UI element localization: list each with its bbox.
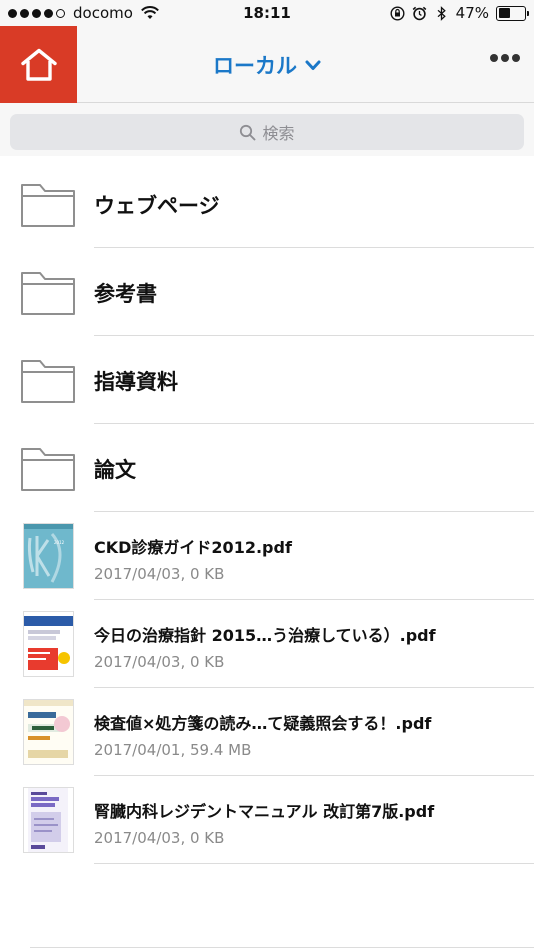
- more-button[interactable]: [490, 54, 520, 62]
- nav-title-wrapper: ローカル: [0, 50, 534, 80]
- file-meta: 2017/04/01, 59.4 MB: [94, 741, 252, 759]
- folder-name: 参考書: [94, 282, 157, 306]
- file-meta: 2017/04/03, 0 KB: [94, 829, 225, 847]
- file-row[interactable]: 今日の治療指針 2015…う治療している）.pdf 2017/04/03, 0 …: [0, 600, 534, 688]
- signal-strength-icon: [8, 8, 65, 18]
- more-dot: [490, 54, 498, 62]
- folder-name: 指導資料: [94, 370, 178, 394]
- folder-icon: [21, 360, 75, 403]
- nav-title: ローカル: [213, 54, 297, 78]
- search-placeholder: 検索: [262, 124, 295, 143]
- location-dropdown[interactable]: ローカル: [213, 50, 321, 80]
- folder-row[interactable]: 論文: [0, 424, 534, 512]
- wifi-icon: [141, 6, 159, 19]
- status-right: 47%: [390, 4, 529, 22]
- folder-icon: [21, 448, 75, 491]
- battery-icon: [496, 5, 529, 21]
- row-divider: [94, 863, 534, 864]
- search-icon: [240, 124, 256, 140]
- carrier-name: docomo: [73, 4, 133, 22]
- file-meta: 2017/04/03, 0 KB: [94, 565, 225, 583]
- home-button[interactable]: [0, 26, 77, 103]
- search-input[interactable]: 検索: [10, 114, 524, 150]
- pdf-thumbnail: [24, 700, 73, 764]
- file-meta: 2017/04/03, 0 KB: [94, 653, 225, 671]
- navigation-bar: ローカル: [0, 26, 534, 103]
- bottom-divider: [30, 947, 534, 948]
- folder-icon: [21, 184, 75, 227]
- thumbnail-cover-ckd: 2012: [24, 524, 73, 588]
- file-name: 腎臓内科レジデントマニュアル 改訂第7版.pdf: [94, 802, 435, 821]
- battery-level-fill: [498, 8, 511, 18]
- thumbnail-cover-nephrology-manual: [24, 788, 73, 852]
- alarm-icon: [412, 6, 426, 20]
- folder-row[interactable]: ウェブページ: [0, 160, 534, 248]
- folder-row[interactable]: 参考書: [0, 248, 534, 336]
- chevron-down-icon: [305, 60, 321, 70]
- pdf-thumbnail: 2012: [24, 524, 73, 588]
- folder-name: 論文: [94, 458, 136, 482]
- file-row[interactable]: 検査値×処方箋の読み…て疑義照会する！.pdf 2017/04/01, 59.4…: [0, 688, 534, 776]
- home-icon: [20, 48, 57, 81]
- more-dot: [501, 54, 509, 62]
- battery-percent: 47%: [455, 4, 489, 22]
- file-name: 検査値×処方箋の読み…て疑義照会する！.pdf: [94, 714, 432, 733]
- pdf-thumbnail: [24, 612, 73, 676]
- status-bar: docomo 18:11 47%: [0, 0, 534, 26]
- thumbnail-cover-lab-values: [24, 700, 73, 764]
- file-row[interactable]: 2012 CKD診療ガイド2012.pdf 2017/04/03, 0 KB: [0, 512, 534, 600]
- search-container: 検索: [0, 103, 534, 156]
- folder-name: ウェブページ: [94, 194, 220, 218]
- bluetooth-icon: [437, 5, 446, 21]
- pdf-thumbnail: [24, 788, 73, 852]
- folder-icon: [21, 272, 75, 315]
- file-name: 今日の治療指針 2015…う治療している）.pdf: [94, 626, 436, 645]
- file-list: ウェブページ 参考書 指導資料 論文 2012 CKD診療ガイド2012.pdf…: [0, 160, 534, 864]
- file-name: CKD診療ガイド2012.pdf: [94, 538, 292, 557]
- more-dot: [512, 54, 520, 62]
- folder-row[interactable]: 指導資料: [0, 336, 534, 424]
- orientation-lock-icon: [390, 5, 405, 21]
- thumbnail-cover-treatment-guide: [24, 612, 73, 676]
- status-left: docomo: [8, 4, 159, 22]
- file-row[interactable]: 腎臓内科レジデントマニュアル 改訂第7版.pdf 2017/04/03, 0 K…: [0, 776, 534, 864]
